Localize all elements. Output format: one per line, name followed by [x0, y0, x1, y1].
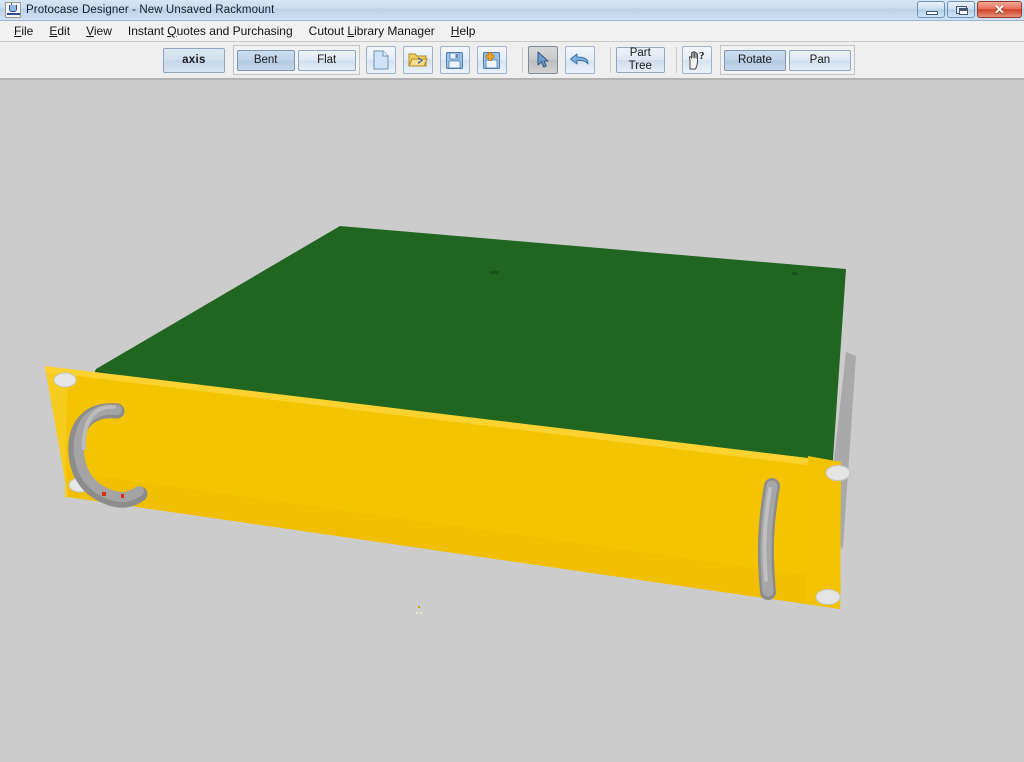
3d-viewport[interactable] [0, 80, 1024, 762]
axis-button[interactable]: axis [163, 47, 225, 73]
mounting-hole-bottom-right [815, 589, 841, 605]
application-window: Protocase Designer - New Unsaved Rackmou… [0, 0, 1024, 762]
marker-dot-1 [102, 492, 106, 496]
navigation-mode-group: Rotate Pan [719, 45, 855, 75]
context-help-button[interactable]: ? [681, 46, 712, 74]
restore-button[interactable] [947, 1, 975, 18]
menu-bar: File Edit View Instant Quotes and Purcha… [0, 21, 1024, 42]
menu-item-instant-quotes-and-purchasing[interactable]: Instant Quotes and Purchasing [120, 22, 301, 40]
toolbar-separator-3 [675, 47, 677, 73]
file-tools-group [365, 45, 511, 75]
top-panel-nick [490, 271, 499, 274]
toolbar-separator-1 [521, 47, 523, 73]
save-button[interactable] [439, 46, 470, 74]
right-handle [757, 478, 780, 600]
save-icon [446, 51, 464, 69]
window-title: Protocase Designer - New Unsaved Rackmou… [26, 4, 275, 16]
rackmount-chassis-model [45, 226, 856, 614]
window-controls: ✕ [917, 1, 1022, 18]
vertex-speck-2 [416, 612, 418, 614]
menu-item-help[interactable]: Help [443, 22, 484, 40]
title-bar: Protocase Designer - New Unsaved Rackmou… [0, 0, 1024, 21]
minimize-button[interactable] [917, 1, 945, 18]
open-folder-button[interactable] [402, 46, 433, 74]
part-tree-label-line1: Part [629, 47, 651, 59]
toolbar-separator-2 [609, 47, 611, 73]
vertex-speck-3 [420, 612, 422, 614]
vertex-speck-1 [418, 606, 420, 608]
save-as-button[interactable] [476, 46, 507, 74]
minimize-icon [926, 11, 938, 15]
open-folder-icon [407, 53, 428, 67]
bent-view-button[interactable]: Bent [236, 49, 295, 71]
hand-question-help-icon: ? [688, 50, 705, 70]
save-as-icon [483, 51, 501, 69]
close-icon: ✕ [994, 2, 1005, 17]
marker-dot-2 [121, 494, 124, 498]
rotate-mode-button[interactable]: Rotate [723, 49, 786, 71]
select-tool-button[interactable] [527, 46, 558, 74]
flat-view-button[interactable]: Flat [297, 49, 356, 71]
main-toolbar: axis Bent Flat Part Tree ? Rotate Pan [0, 42, 1024, 80]
mounting-hole-top-left [53, 372, 77, 388]
new-document-button[interactable] [365, 46, 396, 74]
undo-arrow-icon [569, 53, 589, 65]
close-button[interactable]: ✕ [977, 1, 1022, 18]
edit-tools-group [527, 45, 599, 75]
top-panel-nick-right [792, 272, 798, 275]
part-tree-label-line2: Tree [628, 60, 652, 72]
view-mode-group: Bent Flat [232, 45, 360, 75]
new-document-icon [373, 50, 389, 70]
menu-item-cutout-library-manager[interactable]: Cutout Library Manager [301, 22, 443, 40]
svg-text:?: ? [699, 50, 705, 62]
mounting-hole-top-right [825, 465, 851, 481]
part-tree-button[interactable]: Part Tree [615, 47, 665, 73]
pan-mode-button[interactable]: Pan [788, 49, 851, 71]
menu-item-edit[interactable]: Edit [41, 22, 78, 40]
menu-item-view[interactable]: View [78, 22, 120, 40]
java-coffee-cup-icon [5, 2, 21, 18]
select-arrow-icon [537, 51, 549, 68]
undo-button[interactable] [564, 46, 595, 74]
menu-item-file[interactable]: File [6, 22, 41, 40]
